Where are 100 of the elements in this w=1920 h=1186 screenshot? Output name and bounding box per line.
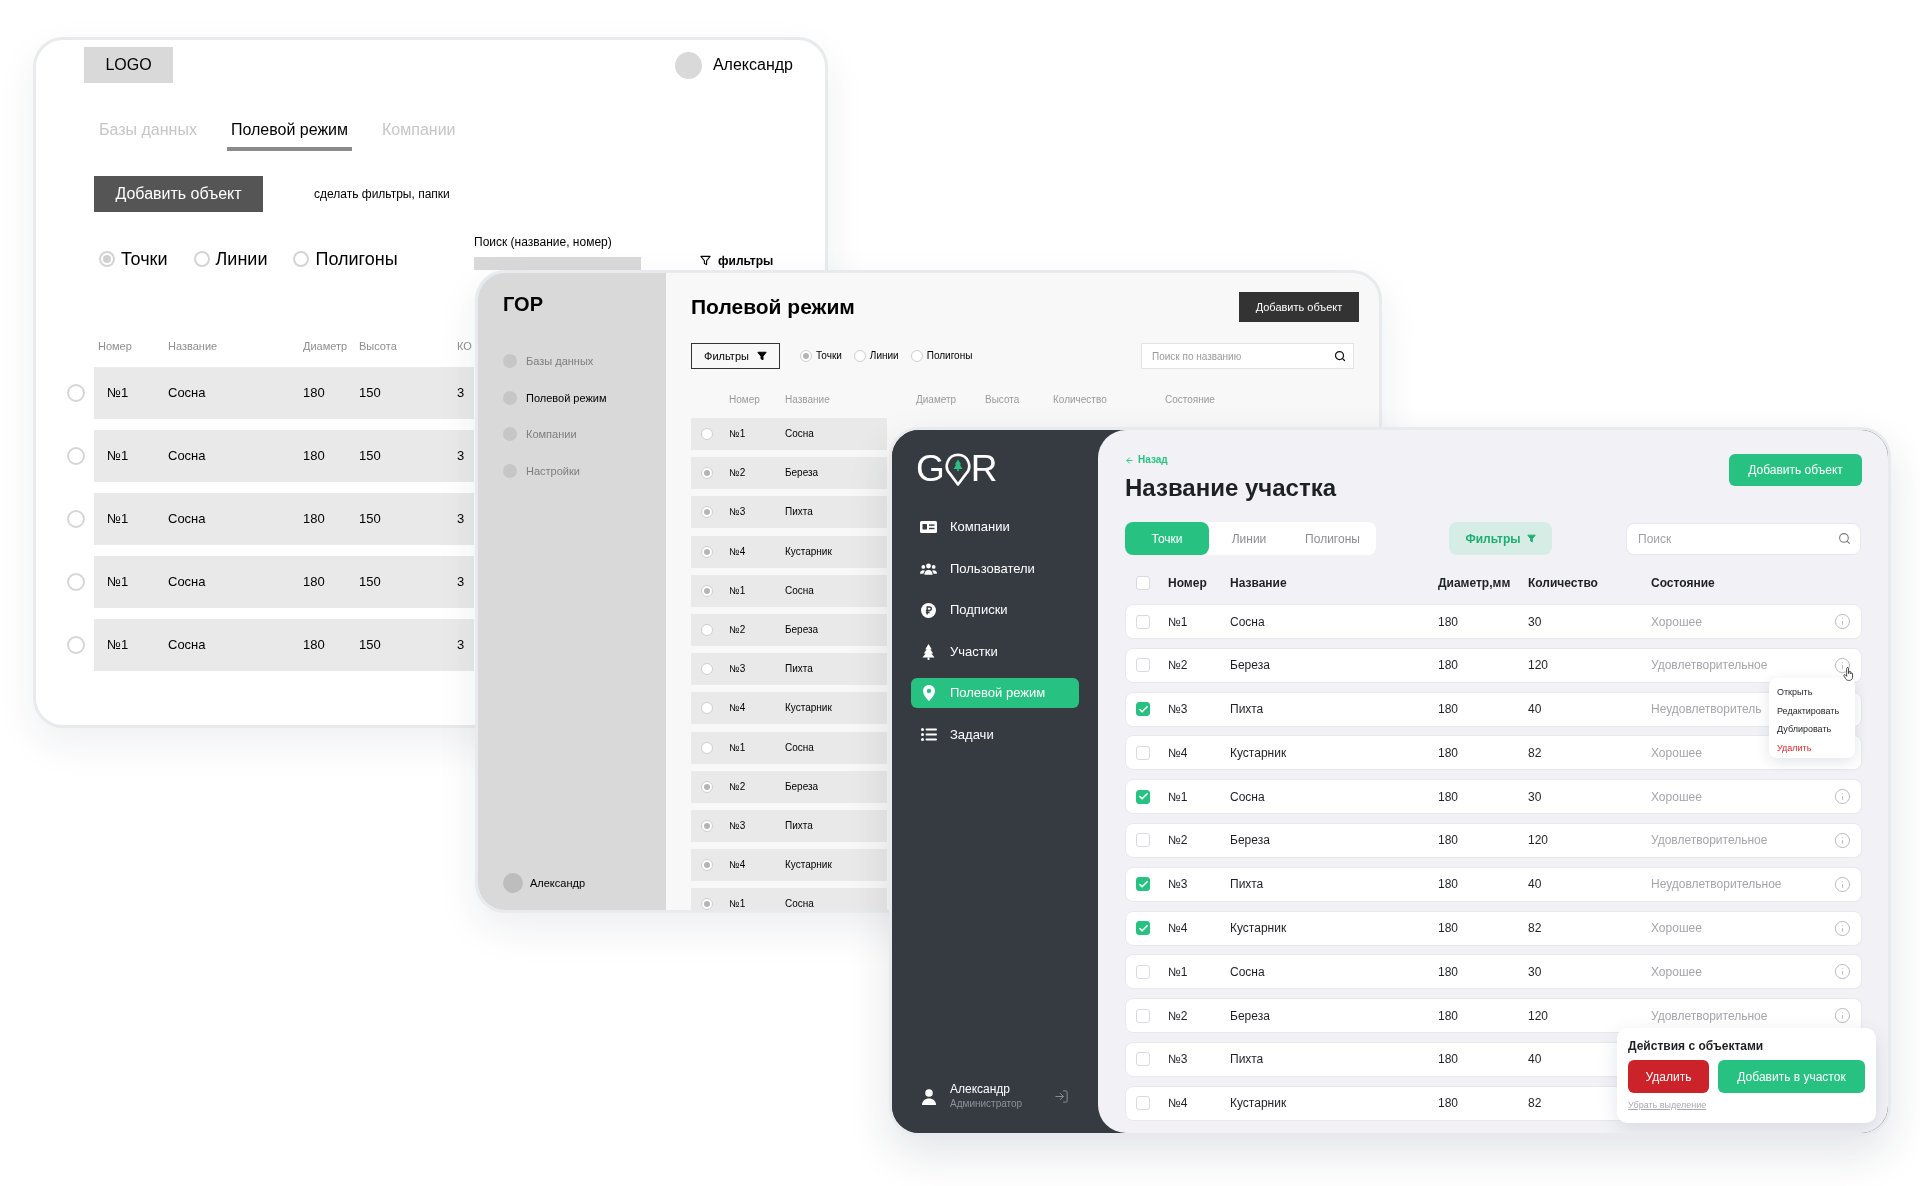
info-icon[interactable] <box>1834 656 1851 674</box>
table-row[interactable]: №1 Сосна 180 150 3 <box>94 619 474 671</box>
checkbox[interactable] <box>1136 921 1150 936</box>
menu-item[interactable]: Удалить <box>1777 742 1812 755</box>
table-row[interactable]: №1 Сосна 180 150 3 <box>94 556 474 608</box>
checkbox[interactable] <box>1136 1008 1150 1023</box>
checkbox[interactable] <box>1136 833 1150 848</box>
row-number: №2 <box>729 467 746 480</box>
delete-button[interactable]: Удалить <box>1628 1060 1709 1093</box>
table-row[interactable]: №1 Сосна 180 30 Хорошее <box>1125 604 1862 639</box>
table-row[interactable]: №1 Сосна <box>691 888 887 910</box>
radio-button[interactable] <box>701 506 713 519</box>
table-row[interactable]: №3 Пихта <box>691 653 887 686</box>
table-row[interactable]: №1 Сосна 180 150 3 <box>94 367 474 419</box>
radio-button[interactable] <box>701 545 713 558</box>
table-row[interactable]: №1 Сосна <box>691 574 887 607</box>
status-text: Хорошее <box>1651 920 1702 937</box>
table-row[interactable]: №2 Береза 180 120 Удовлетворительное <box>1125 823 1862 858</box>
diameter-value: 180 <box>303 448 325 464</box>
table-row[interactable]: №2 Береза 180 120 Удовлетворительное <box>1125 647 1862 683</box>
radio-button[interactable] <box>701 663 713 676</box>
radio-button[interactable] <box>701 819 713 832</box>
page-title: Полевой режим <box>691 294 855 320</box>
checkbox[interactable] <box>1136 964 1150 979</box>
table-row[interactable]: №2 Береза <box>691 457 887 490</box>
radio-button[interactable] <box>67 510 85 528</box>
quantity-value: 40 <box>1528 1051 1542 1068</box>
table-row[interactable]: №1 Сосна 180 150 3 <box>94 493 474 545</box>
nav-tab[interactable]: Полевой режим <box>226 120 353 151</box>
table-row[interactable]: №1 Сосна 180 30 Хорошее <box>1125 779 1862 815</box>
radio-button[interactable] <box>193 250 210 267</box>
checkbox[interactable] <box>1136 789 1150 804</box>
column-header: Диаметр,мм <box>1438 575 1511 591</box>
count-value: 3 <box>457 385 465 401</box>
radio-button[interactable] <box>293 250 310 267</box>
table-row[interactable]: №1 Сосна <box>691 418 887 450</box>
radio-button[interactable] <box>701 859 713 872</box>
nav-item[interactable]: Подписки <box>911 595 1079 626</box>
radio-button[interactable] <box>701 467 713 480</box>
column-header: КО <box>457 339 472 353</box>
table-row[interactable]: №2 Береза <box>691 770 887 803</box>
column-header: Название <box>168 339 218 353</box>
tree-name: Сосна <box>168 574 206 590</box>
radio-button[interactable] <box>99 250 115 267</box>
radio-button[interactable] <box>910 350 923 362</box>
checkbox[interactable] <box>1136 658 1150 673</box>
radio-button[interactable] <box>701 623 713 636</box>
tree-name: Сосна <box>785 741 814 754</box>
diameter-value: 180 <box>1438 657 1459 674</box>
checkbox[interactable] <box>1136 1052 1150 1067</box>
add-object-button[interactable]: Добавить объект <box>94 176 263 212</box>
checkbox[interactable] <box>1136 576 1150 590</box>
radio-button[interactable] <box>701 741 713 754</box>
filters-button[interactable]: Фильтры <box>691 343 780 369</box>
filters-label[interactable]: фильтры <box>718 253 774 268</box>
search-field[interactable]: Поиск <box>1626 522 1861 555</box>
radio-button[interactable] <box>701 898 713 910</box>
status-text: Неудовлетворительное <box>1651 876 1782 893</box>
table-row[interactable]: №1 Сосна 180 150 3 <box>94 430 474 482</box>
add-object-button[interactable]: Добавить объект <box>1239 292 1359 322</box>
radio-button[interactable] <box>67 447 85 465</box>
radio-button[interactable] <box>701 584 713 597</box>
checkbox[interactable] <box>1136 745 1150 760</box>
row-number: №3 <box>729 506 746 519</box>
radio-button[interactable] <box>701 428 713 440</box>
radio-button[interactable] <box>67 636 85 654</box>
type-tab[interactable]: Линии <box>1209 522 1289 555</box>
nav-item[interactable]: Полевой режим <box>503 387 607 408</box>
nav-item[interactable]: Участки <box>911 636 1079 667</box>
nav-item[interactable]: Задачи <box>911 719 1079 750</box>
table-row[interactable]: №2 Береза <box>691 613 887 646</box>
table-row[interactable]: №3 Пихта <box>691 809 887 842</box>
radio-button[interactable] <box>701 780 713 793</box>
type-tab[interactable]: Полигоны <box>1289 522 1376 555</box>
table-row[interactable]: №4 Кустарник 180 82 Хорошее <box>1125 910 1862 946</box>
table-row[interactable]: №4 Кустарник <box>691 849 887 882</box>
radio-button[interactable] <box>853 350 866 362</box>
checkbox[interactable] <box>1136 1096 1150 1111</box>
table-row[interactable]: №1 Сосна 180 30 Хорошее <box>1125 954 1862 990</box>
radio-button[interactable] <box>800 350 812 362</box>
checkbox[interactable] <box>1136 702 1150 717</box>
search-field[interactable]: Поиск по названию <box>1141 343 1354 369</box>
arrow-bracket-icon[interactable] <box>1054 1089 1069 1104</box>
nav-item[interactable]: Компании <box>911 512 1079 542</box>
radio-button[interactable] <box>67 384 85 402</box>
table-row[interactable]: №2 Береза 180 120 Удовлетворительное <box>1125 998 1862 1034</box>
search-field[interactable] <box>474 257 641 270</box>
checkbox[interactable] <box>1136 614 1150 629</box>
table-row[interactable]: №4 Кустарник <box>691 692 887 725</box>
height-value: 150 <box>359 511 381 527</box>
checkbox[interactable] <box>1136 877 1150 892</box>
radio-button[interactable] <box>701 702 713 715</box>
table-row[interactable]: №4 Кустарник <box>691 535 887 568</box>
diameter-value: 180 <box>1438 701 1459 718</box>
table-row[interactable]: №1 Сосна <box>691 731 887 764</box>
radio-button[interactable] <box>67 573 85 591</box>
table-row[interactable]: №3 Пихта <box>691 496 887 529</box>
nav-item[interactable]: Пользователи <box>911 553 1079 584</box>
table-row[interactable]: №3 Пихта 180 40 Неудовлетворительное <box>1125 866 1862 902</box>
menu-item[interactable]: Редактировать <box>1777 704 1840 717</box>
